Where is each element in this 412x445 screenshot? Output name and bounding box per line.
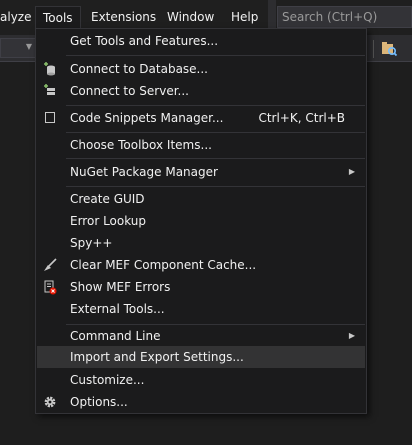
menu-extensions[interactable]: Extensions <box>84 6 163 29</box>
menu-item-label: Import and Export Settings... <box>70 350 244 364</box>
menu-item-external-tools[interactable]: External Tools... <box>37 298 365 320</box>
menu-item-label: Options... <box>70 395 128 409</box>
menu-item-show-mef-errors[interactable]: Show MEF Errors <box>37 276 365 298</box>
menu-separator <box>66 158 365 159</box>
menu-separator <box>66 132 365 133</box>
menu-item-shortcut: Ctrl+K, Ctrl+B <box>258 111 345 125</box>
mef-errors-icon <box>44 280 57 295</box>
menu-item-label: NuGet Package Manager <box>70 165 218 179</box>
checkbox-icon <box>45 112 55 123</box>
menu-item-label: Customize... <box>70 373 145 387</box>
menu-item-label: Error Lookup <box>70 214 147 228</box>
chevron-down-icon: ▼ <box>25 42 32 51</box>
menu-item-label: Create GUID <box>70 192 145 206</box>
menu-item-label: Command Line <box>70 329 161 343</box>
submenu-arrow-icon: ▶ <box>348 167 355 176</box>
menu-item-create-guid[interactable]: Create GUID <box>37 188 365 210</box>
menu-item-label: External Tools... <box>70 302 165 316</box>
menu-item-options[interactable]: Options... <box>37 391 365 413</box>
menu-item-clear-mef-cache[interactable]: Clear MEF Component Cache... <box>37 254 365 276</box>
connect-server-icon <box>44 84 55 95</box>
menu-item-customize[interactable]: Customize... <box>37 369 365 391</box>
menu-item-label: Connect to Database... <box>70 62 208 76</box>
connect-database-icon <box>44 62 55 76</box>
menu-analyze-partial[interactable]: alyze <box>0 0 31 35</box>
menu-item-choose-toolbox[interactable]: Choose Toolbox Items... <box>37 134 365 156</box>
menu-separator <box>66 55 365 56</box>
submenu-arrow-icon: ▶ <box>348 331 355 340</box>
menu-item-import-export-settings[interactable]: Import and Export Settings... <box>37 346 365 368</box>
broom-icon <box>44 258 57 271</box>
toolbar-divider <box>373 40 374 58</box>
menu-help[interactable]: Help <box>224 6 265 29</box>
find-in-files-icon[interactable] <box>380 40 398 58</box>
menu-window[interactable]: Window <box>160 6 221 29</box>
menu-item-code-snippets[interactable]: Code Snippets Manager... Ctrl+K, Ctrl+B <box>37 107 365 129</box>
menu-separator <box>66 105 365 106</box>
menu-item-label: Get Tools and Features... <box>70 34 219 48</box>
menu-item-label: Show MEF Errors <box>70 280 171 294</box>
tools-menu: Get Tools and Features... Connect to Dat… <box>35 28 367 414</box>
menu-item-label: Clear MEF Component Cache... <box>70 258 257 272</box>
menu-item-nuget[interactable]: NuGet Package Manager ▶ <box>37 161 365 183</box>
menu-item-get-tools[interactable]: Get Tools and Features... <box>37 30 365 52</box>
menu-item-label: Code Snippets Manager... <box>70 111 224 125</box>
menu-item-connect-server[interactable]: Connect to Server... <box>37 80 365 102</box>
menu-item-spy[interactable]: Spy++ <box>37 232 365 254</box>
menu-item-command-line[interactable]: Command Line ▶ <box>37 325 365 347</box>
menu-item-label: Connect to Server... <box>70 84 189 98</box>
menu-item-label: Choose Toolbox Items... <box>70 138 212 152</box>
gear-icon <box>44 396 56 408</box>
menu-separator <box>66 186 365 187</box>
menu-item-connect-database[interactable]: Connect to Database... <box>37 58 365 80</box>
search-input[interactable]: Search (Ctrl+Q) <box>277 6 412 28</box>
toolbar-combo[interactable]: ▼ <box>0 38 36 58</box>
menu-item-label: Spy++ <box>70 236 113 250</box>
menu-item-error-lookup[interactable]: Error Lookup <box>37 210 365 232</box>
